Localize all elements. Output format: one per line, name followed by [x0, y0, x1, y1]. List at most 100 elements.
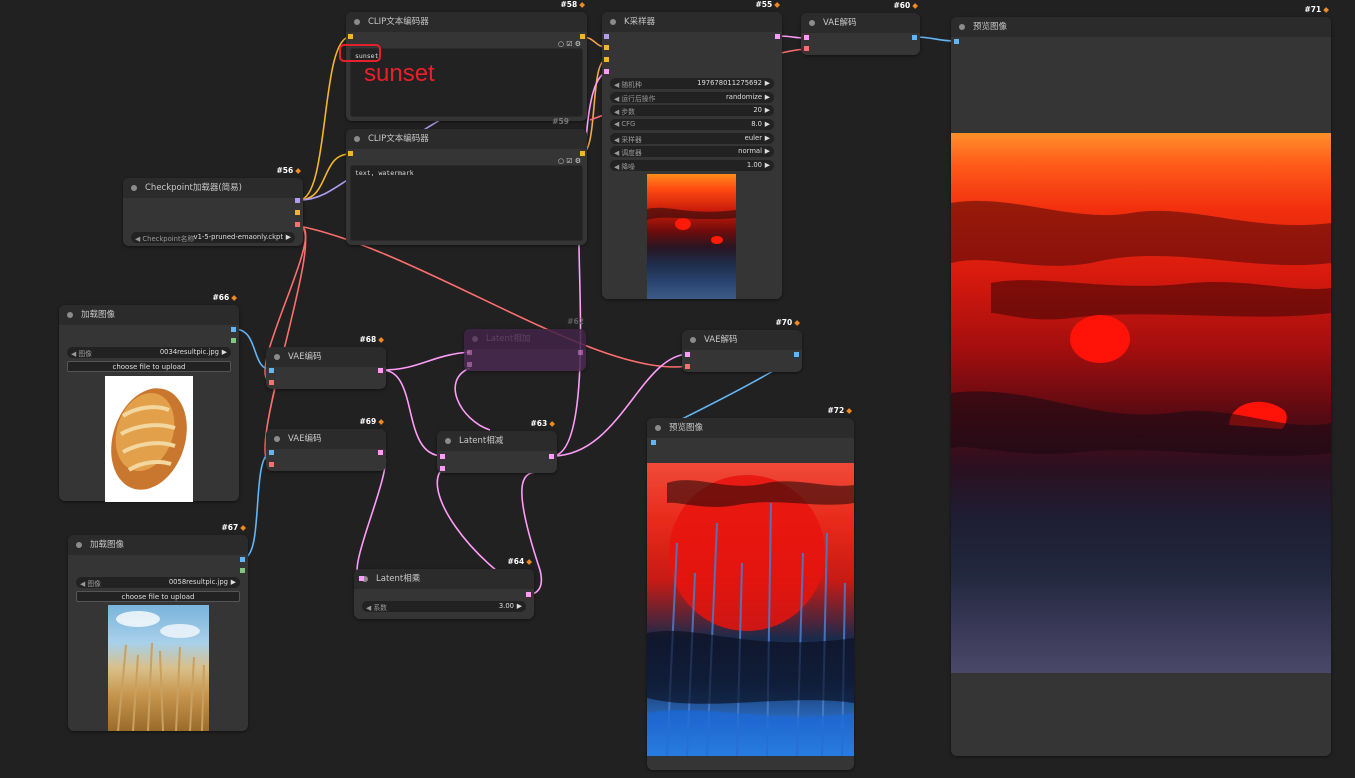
samples-input-port[interactable]	[685, 352, 690, 357]
collapse-dot-icon[interactable]	[76, 542, 82, 548]
load-image-node[interactable]: #66 ◆ 加载图像 ◀ 图像 0034resultpic.jpg ▶ choose …	[59, 293, 239, 502]
node-header[interactable]: 加载图像	[68, 535, 248, 555]
pixels-input-port[interactable]	[269, 368, 274, 373]
pixels-input-port[interactable]	[269, 450, 274, 455]
node-header[interactable]: Latent相加	[464, 329, 586, 349]
node-header[interactable]: VAE编码	[266, 429, 386, 449]
collapse-dot-icon[interactable]	[274, 354, 280, 360]
collapse-dot-icon[interactable]	[690, 337, 696, 343]
image-output-port[interactable]	[231, 327, 236, 332]
arrow-right-icon[interactable]: ▶	[765, 93, 770, 101]
latent-output-port[interactable]	[578, 350, 583, 355]
choose-file-button[interactable]: choose file to upload	[76, 591, 240, 602]
conditioning-output-port[interactable]	[580, 34, 585, 39]
positive-input-port[interactable]	[604, 45, 609, 50]
latent-output-port[interactable]	[526, 592, 531, 597]
checkpoint-name-widget[interactable]: ◀ Checkpoint名称 v1-5-pruned-emaonly.ckpt ▶	[131, 232, 295, 243]
node-header[interactable]: K采样器	[602, 12, 782, 32]
clip-input-port[interactable]	[348, 151, 353, 156]
samples-input-port[interactable]	[804, 35, 809, 40]
clip-input-port[interactable]	[348, 34, 353, 39]
latent-output-port[interactable]	[378, 450, 383, 455]
collapse-dot-icon[interactable]	[445, 438, 451, 444]
seed-widget[interactable]: ◀ 随机种 197678011275692 ▶	[610, 78, 774, 89]
node-header[interactable]: VAE解码	[682, 330, 802, 350]
arrow-right-icon[interactable]: ▶	[517, 602, 522, 610]
multiplier-widget[interactable]: ◀ 系数 3.00 ▶	[362, 601, 526, 612]
latent-multiply-node[interactable]: #64 ◆ Latent相乘 ◀ 系数 3.00 ▶	[354, 557, 534, 619]
images-input-port[interactable]	[954, 39, 959, 44]
image-output-port[interactable]	[240, 557, 245, 562]
collapse-dot-icon[interactable]	[472, 336, 478, 342]
ksampler-node[interactable]: #55 ◆ K采样器 ◀ 随机种 197678011275692 ▶ ◀ 运行后操作 r…	[602, 0, 782, 299]
clip-text-encode-negative-node[interactable]: #59 CLIP文本编码器 ○ ☑ ⚙ text, watermark	[346, 117, 587, 245]
arrow-right-icon[interactable]: ▶	[765, 147, 770, 155]
node-header[interactable]: 预览图像	[647, 418, 854, 438]
latent-add-node-bypassed[interactable]: #62 Latent相加	[464, 317, 586, 371]
collapse-dot-icon[interactable]	[354, 136, 360, 142]
collapse-dot-icon[interactable]	[67, 312, 73, 318]
steps-widget[interactable]: ◀ 步数 20 ▶	[610, 105, 774, 116]
arrow-right-icon[interactable]: ▶	[765, 120, 770, 128]
cfg-widget[interactable]: ◀ CFG 8.0 ▶	[610, 119, 774, 130]
model-input-port[interactable]	[604, 34, 609, 39]
mask-output-port[interactable]	[240, 568, 245, 573]
collapse-dot-icon[interactable]	[655, 425, 661, 431]
arrow-right-icon[interactable]: ▶	[765, 134, 770, 142]
collapse-dot-icon[interactable]	[274, 436, 280, 442]
collapse-dot-icon[interactable]	[610, 19, 616, 25]
arrow-right-icon[interactable]: ▶	[286, 233, 291, 241]
node-header[interactable]: 加载图像	[59, 305, 239, 325]
denoise-widget[interactable]: ◀ 降噪 1.00 ▶	[610, 160, 774, 171]
negative-input-port[interactable]	[604, 57, 609, 62]
preview-image-node-large[interactable]: #71 ◆ 预览图像	[951, 5, 1331, 756]
image-output-port[interactable]	[912, 35, 917, 40]
settings-icon[interactable]: ⚙	[575, 157, 581, 165]
samples-input-port[interactable]	[359, 576, 364, 581]
arrow-right-icon[interactable]: ▶	[765, 161, 770, 169]
model-output-port[interactable]	[295, 198, 300, 203]
control-after-generate-widget[interactable]: ◀ 运行后操作 randomize ▶	[610, 92, 774, 103]
latent-subtract-node[interactable]: #63 ◆ Latent相减	[437, 419, 557, 473]
vae-input-port[interactable]	[804, 46, 809, 51]
node-header[interactable]: VAE解码	[801, 13, 920, 33]
mask-output-port[interactable]	[231, 338, 236, 343]
vae-input-port[interactable]	[269, 462, 274, 467]
load-image-node[interactable]: #67 ◆ 加载图像 ◀ 图像 0058resultpic.jpg ▶ choose …	[68, 523, 248, 731]
image-output-port[interactable]	[794, 352, 799, 357]
node-header[interactable]: Latent相减	[437, 431, 557, 451]
node-header[interactable]: Checkpoint加载器(简易)	[123, 178, 303, 198]
vae-input-port[interactable]	[269, 380, 274, 385]
image-select-widget[interactable]: ◀ 图像 0034resultpic.jpg ▶	[67, 347, 231, 358]
prompt-textarea[interactable]: text, watermark	[350, 165, 583, 241]
checkpoint-loader-node[interactable]: #56 ◆ Checkpoint加载器(简易) ◀ Checkpoint名称 v1-…	[123, 166, 303, 246]
vae-decode-node[interactable]: #60 ◆ VAE解码	[801, 1, 920, 55]
arrow-right-icon[interactable]: ▶	[222, 348, 227, 356]
latent-input-port[interactable]	[604, 69, 609, 74]
samples1-input-port[interactable]	[467, 350, 472, 355]
node-canvas[interactable]: #58 ◆ CLIP文本编码器 ○ ☑ ⚙ sunset sunset #59 C…	[0, 0, 1355, 778]
collapse-dot-icon[interactable]	[809, 20, 815, 26]
checkbox-icon[interactable]: ☑	[566, 40, 572, 48]
node-header[interactable]: Latent相乘	[354, 569, 534, 589]
settings-icon[interactable]: ⚙	[575, 40, 581, 48]
latent-output-port[interactable]	[549, 454, 554, 459]
checkbox-icon[interactable]: ☑	[566, 157, 572, 165]
vae-encode-node[interactable]: #68 ◆ VAE编码	[266, 335, 386, 389]
node-header[interactable]: 预览图像	[951, 17, 1331, 37]
samples2-input-port[interactable]	[467, 362, 472, 367]
arrow-right-icon[interactable]: ▶	[765, 106, 770, 114]
preview-image-node[interactable]: #72 ◆ 预览图像	[647, 406, 854, 770]
clip-output-port[interactable]	[295, 210, 300, 215]
circle-icon[interactable]: ○	[558, 157, 564, 165]
arrow-right-icon[interactable]: ▶	[765, 79, 770, 87]
image-select-widget[interactable]: ◀ 图像 0058resultpic.jpg ▶	[76, 577, 240, 588]
samples2-input-port[interactable]	[440, 466, 445, 471]
latent-output-port[interactable]	[378, 368, 383, 373]
node-header[interactable]: CLIP文本编码器	[346, 129, 587, 149]
scheduler-widget[interactable]: ◀ 调度器 normal ▶	[610, 146, 774, 157]
vae-input-port[interactable]	[685, 364, 690, 369]
sampler-widget[interactable]: ◀ 采样器 euler ▶	[610, 133, 774, 144]
collapse-dot-icon[interactable]	[354, 19, 360, 25]
latent-output-port[interactable]	[775, 34, 780, 39]
